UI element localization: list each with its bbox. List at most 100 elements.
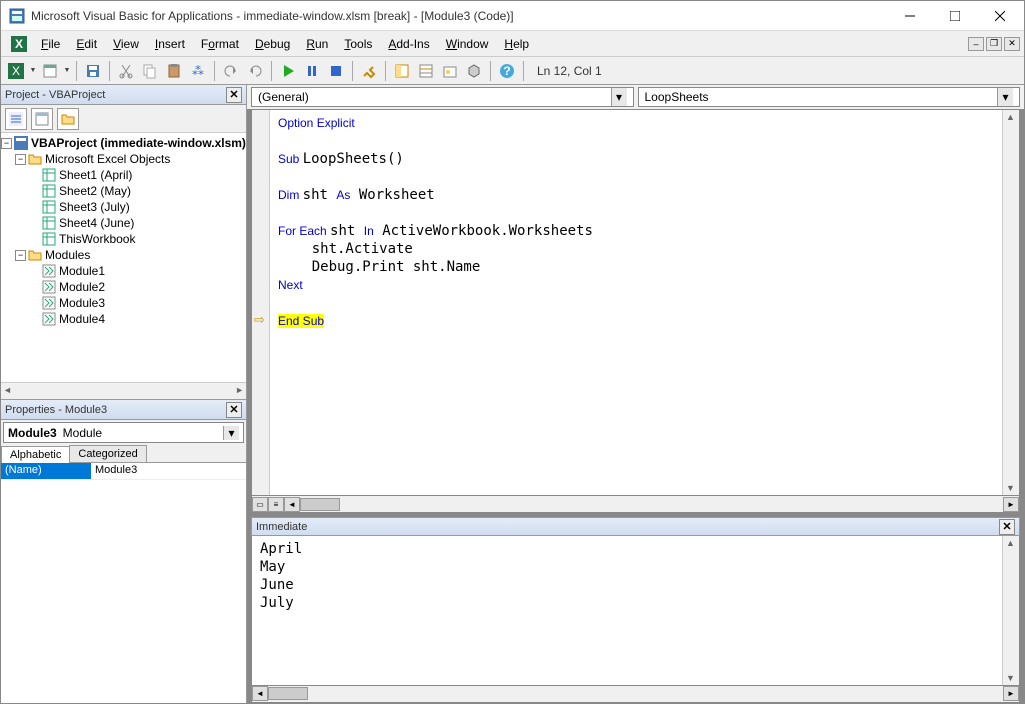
view-object-button[interactable]: [31, 108, 53, 130]
immediate-text[interactable]: April May June July: [252, 536, 1002, 685]
properties-object-type: Module: [63, 426, 102, 440]
object-combo-value: (General): [258, 90, 309, 104]
tree-item-sheet-4[interactable]: ThisWorkbook: [1, 231, 246, 247]
tree-item-sheet-1[interactable]: Sheet2 (May): [1, 183, 246, 199]
mdi-minimize-button[interactable]: –: [968, 37, 984, 51]
menu-edit[interactable]: Edit: [68, 34, 105, 54]
menu-tools[interactable]: Tools: [336, 34, 380, 54]
chevron-down-icon: ▾: [997, 88, 1013, 106]
tree-root[interactable]: −VBAProject (immediate-window.xlsm): [1, 135, 246, 151]
menu-window[interactable]: Window: [438, 34, 497, 54]
toggle-folders-button[interactable]: [57, 108, 79, 130]
procedure-combo[interactable]: LoopSheets ▾: [638, 87, 1021, 107]
hscroll-right-button[interactable]: ►: [1003, 497, 1019, 512]
tree-item-module-0[interactable]: Module1: [1, 263, 246, 279]
tree-item-sheet-3[interactable]: Sheet4 (June): [1, 215, 246, 231]
tree-item-module-3[interactable]: Module4: [1, 311, 246, 327]
properties-object-combo[interactable]: Module3 Module ▾: [3, 422, 244, 443]
code-vscroll[interactable]: [1002, 110, 1019, 495]
paste-button[interactable]: [163, 60, 185, 82]
project-explorer-button[interactable]: [391, 60, 413, 82]
minimize-button[interactable]: [887, 1, 932, 31]
tab-categorized[interactable]: Categorized: [69, 445, 146, 462]
break-button[interactable]: [301, 60, 323, 82]
code-editor[interactable]: ⇨ Option Explicit Sub LoopSheets() Dim s…: [251, 109, 1020, 496]
code-gutter[interactable]: ⇨: [252, 110, 270, 495]
svg-text:X: X: [15, 37, 23, 51]
module-icon: [42, 312, 56, 326]
insert-button[interactable]: [39, 60, 61, 82]
tree-toggle[interactable]: −: [15, 154, 26, 165]
mdi-close-button[interactable]: ✕: [1004, 37, 1020, 51]
insert-dropdown[interactable]: ▼: [63, 60, 71, 82]
sheet-icon: [42, 232, 56, 246]
immediate-hscroll[interactable]: ◄ ►: [251, 686, 1020, 703]
property-row[interactable]: (Name) Module3: [1, 463, 246, 480]
view-excel-button[interactable]: X: [5, 60, 27, 82]
menu-file[interactable]: File: [33, 34, 68, 54]
full-view-button[interactable]: ≡: [268, 497, 284, 512]
menu-format[interactable]: Format: [193, 34, 247, 54]
menu-view[interactable]: View: [105, 34, 147, 54]
properties-grid[interactable]: (Name) Module3: [1, 463, 246, 703]
menu-help[interactable]: Help: [496, 34, 537, 54]
chevron-down-icon: ▾: [611, 88, 627, 106]
hscroll-thumb[interactable]: [268, 687, 308, 700]
cursor-position: Ln 12, Col 1: [537, 64, 602, 78]
properties-panel-close-button[interactable]: ✕: [226, 402, 242, 418]
execution-arrow-icon: ⇨: [254, 312, 265, 328]
tree-item-sheet-0[interactable]: Sheet1 (April): [1, 167, 246, 183]
proc-view-button[interactable]: ▭: [252, 497, 268, 512]
redo-button[interactable]: [244, 60, 266, 82]
run-button[interactable]: [277, 60, 299, 82]
project-panel-close-button[interactable]: ✕: [226, 87, 242, 103]
properties-panel-header: Properties - Module3 ✕: [1, 400, 246, 420]
tree-item-sheet-2[interactable]: Sheet3 (July): [1, 199, 246, 215]
object-browser-button[interactable]: [439, 60, 461, 82]
properties-button[interactable]: [415, 60, 437, 82]
tree-label: Modules: [45, 248, 90, 262]
tree-folder-modules[interactable]: − Modules: [1, 247, 246, 263]
property-name: (Name): [1, 463, 91, 479]
tree-folder-excel-objects[interactable]: −Microsoft Excel Objects: [1, 151, 246, 167]
tree-toggle[interactable]: −: [1, 138, 12, 149]
code-hscroll[interactable]: ▭ ≡ ◄ ►: [251, 496, 1020, 513]
hscroll-right-button[interactable]: ►: [1003, 686, 1019, 701]
view-code-button[interactable]: [5, 108, 27, 130]
project-tree-hscroll[interactable]: [1, 382, 246, 399]
hscroll-left-button[interactable]: ◄: [284, 497, 300, 512]
tree-item-module-1[interactable]: Module2: [1, 279, 246, 295]
undo-button[interactable]: [220, 60, 242, 82]
toolbox-button[interactable]: [463, 60, 485, 82]
reset-button[interactable]: [325, 60, 347, 82]
immediate-close-button[interactable]: ✕: [999, 519, 1015, 535]
menu-insert[interactable]: Insert: [147, 34, 193, 54]
save-button[interactable]: [82, 60, 104, 82]
menu-run[interactable]: Run: [298, 34, 336, 54]
tree-item-module-2[interactable]: Module3: [1, 295, 246, 311]
mdi-restore-button[interactable]: ❐: [986, 37, 1002, 51]
hscroll-left-button[interactable]: ◄: [252, 686, 268, 701]
project-tree[interactable]: −VBAProject (immediate-window.xlsm)−Micr…: [1, 133, 246, 382]
tab-alphabetic[interactable]: Alphabetic: [1, 446, 70, 463]
hscroll-thumb[interactable]: [300, 498, 340, 511]
sheet-icon: [42, 184, 56, 198]
view-excel-dropdown[interactable]: ▼: [29, 60, 37, 82]
maximize-button[interactable]: [932, 1, 977, 31]
menu-addins[interactable]: Add-Ins: [380, 34, 437, 54]
design-mode-button[interactable]: [358, 60, 380, 82]
tree-label: Module2: [59, 280, 105, 294]
folder-icon: [28, 248, 42, 262]
copy-button[interactable]: [139, 60, 161, 82]
cut-button[interactable]: [115, 60, 137, 82]
close-button[interactable]: [977, 1, 1022, 31]
tree-label: Module1: [59, 264, 105, 278]
object-combo[interactable]: (General) ▾: [251, 87, 634, 107]
find-button[interactable]: ⁂: [187, 60, 209, 82]
menu-debug[interactable]: Debug: [247, 34, 298, 54]
help-button[interactable]: ?: [496, 60, 518, 82]
code-text[interactable]: Option Explicit Sub LoopSheets() Dim sht…: [270, 110, 1002, 495]
property-value[interactable]: Module3: [91, 463, 246, 479]
immediate-vscroll[interactable]: [1002, 536, 1019, 685]
tree-toggle[interactable]: −: [15, 250, 26, 261]
